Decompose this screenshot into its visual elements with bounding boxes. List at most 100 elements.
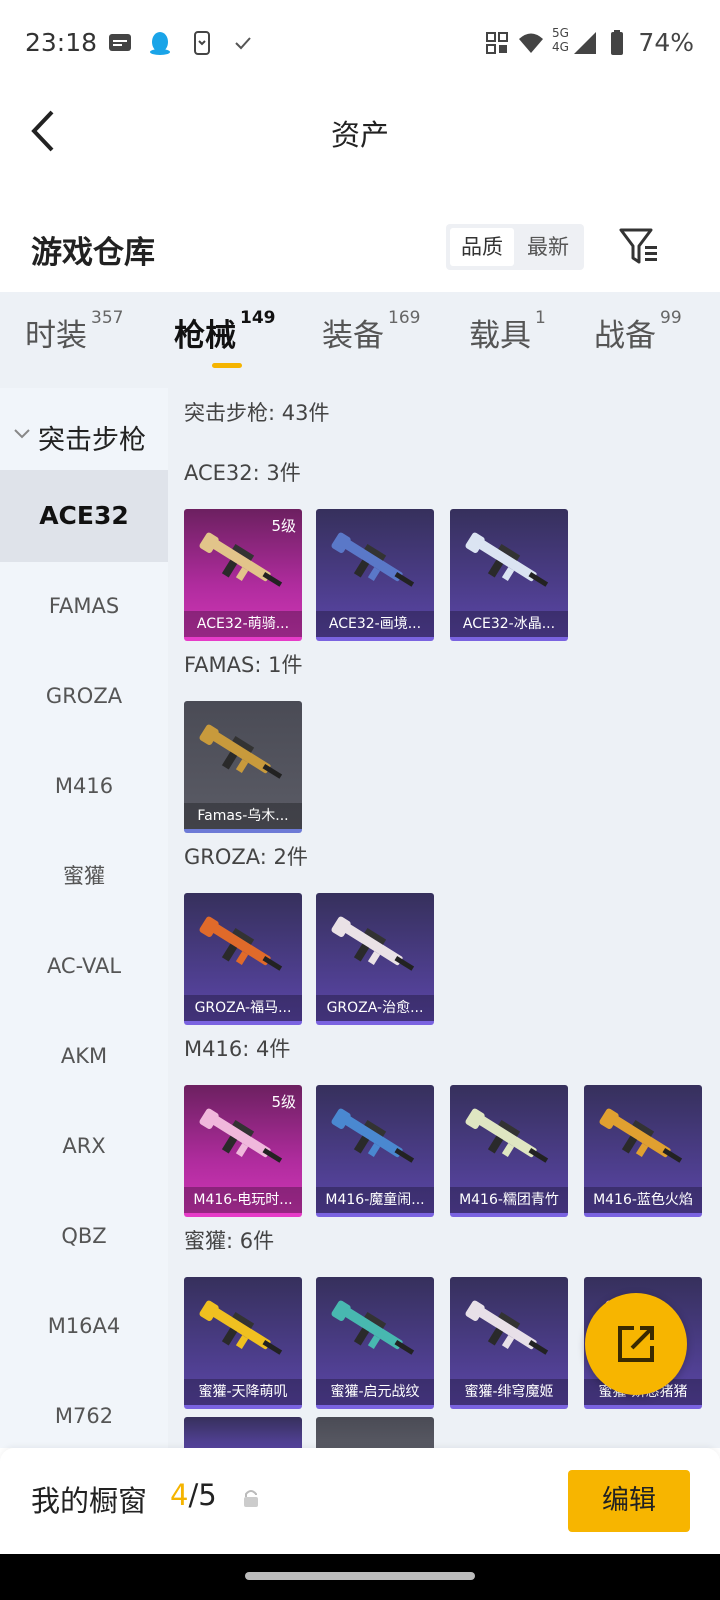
page-title: 资产 [330,118,389,152]
gun-skin-image [599,1108,683,1163]
skin-card[interactable]: ACE32-冰晶... [450,509,568,641]
gun-skin-image [199,1300,283,1355]
category-tabs: 时装 357 枪械 149 装备 169 载具 1 战备 99 [0,292,720,388]
gun-skin-image [199,724,283,779]
message-icon [109,34,131,51]
sidebar-item-honey-badger[interactable]: 蜜獾 [0,830,168,922]
gun-skin-image [331,532,415,587]
signal-icon [574,32,596,54]
sidebar-item-ace32[interactable]: ACE32 [0,470,168,562]
gun-skin-image [199,916,283,971]
skin-card[interactable]: M416-魔童闹... [316,1085,434,1217]
skin-name: 蜜獾-天降萌叽 [184,1379,302,1405]
status-bar: 23:18 5G 4G 74% [0,0,720,88]
category-summary: 突击步枪: 43件 [184,401,330,425]
weapon-sidebar: 突击步枪 ACE32 FAMAS GROZA M416 蜜獾 AC-VAL AK… [0,388,168,1448]
skin-name: M416-糯团青竹 [450,1187,568,1213]
share-external-icon [618,1326,654,1362]
phone-sync-icon [194,31,210,55]
lock-icon [244,1490,258,1507]
sidebar-category-label: 突击步枪 [38,425,146,456]
qq-icon [150,32,170,55]
gun-skin-image [331,1300,415,1355]
sidebar-item-m16a4[interactable]: M16A4 [0,1280,168,1372]
gun-skin-image [199,1108,283,1163]
tab-equipment[interactable]: 装备 169 [322,308,420,355]
skin-card[interactable]: Famas-乌木... [184,701,302,833]
skin-card[interactable]: 蜜獾-绯穹魔姬 [450,1277,568,1409]
gun-skin-image [465,1108,549,1163]
skin-card[interactable]: 5级 M416-电玩时... [184,1085,302,1217]
nav-bar: 资产 [0,88,720,178]
gesture-bar [0,1554,720,1600]
sidebar-category-header[interactable]: 突击步枪 [0,388,168,480]
gun-skin-image [199,532,283,587]
check-icon [235,37,251,50]
skin-card[interactable]: 蜜獾-天降萌叽 [184,1277,302,1409]
status-time: 23:18 [25,28,98,57]
skin-name: M416-魔童闹... [316,1187,434,1213]
section-title: FAMAS: 1件 [184,653,303,677]
skin-name: M416-蓝色火焰 [584,1187,702,1213]
skin-card[interactable]: ACE32-画境... [316,509,434,641]
skin-card[interactable]: 5级 ACE32-萌骑... [184,509,302,641]
sidebar-item-qbz[interactable]: QBZ [0,1190,168,1282]
skin-card-partial[interactable] [316,1417,434,1448]
gun-skin-image [465,1300,549,1355]
skin-card[interactable]: M416-蓝色火焰 [584,1085,702,1217]
skin-name: ACE32-画境... [316,611,434,637]
sort-toggle: 品质 最新 [446,224,584,270]
sort-newest-option[interactable]: 最新 [516,228,580,266]
skin-card-partial[interactable] [184,1417,302,1448]
tab-vehicles[interactable]: 载具 1 [469,308,546,355]
skin-name: GROZA-福马... [184,995,302,1021]
battery-icon [611,30,623,55]
showcase-label: 我的橱窗 [31,1484,148,1518]
skin-name: ACE32-萌骑... [184,611,302,637]
battery-percent: 74% [638,28,694,57]
showcase-count: 4/5 [170,1478,217,1512]
warehouse-title: 游戏仓库 [31,235,155,271]
section-title: M416: 4件 [184,1037,291,1061]
showcase-bar: 我的橱窗 4/5 编辑 [0,1448,720,1554]
qr-icon [486,32,508,54]
tab-guns[interactable]: 枪械 149 [174,308,276,355]
skin-name: ACE32-冰晶... [450,611,568,637]
sort-quality-option[interactable]: 品质 [450,228,514,266]
weapon-grid: 突击步枪: 43件 ACE32: 3件 5级 ACE32-萌骑... ACE32-… [168,388,720,1448]
chevron-down-icon [14,429,30,439]
sidebar-item-groza[interactable]: GROZA [0,650,168,742]
sidebar-item-akm[interactable]: AKM [0,1010,168,1102]
gun-skin-image [331,1108,415,1163]
edit-button[interactable]: 编辑 [568,1470,690,1532]
skin-name: GROZA-治愈... [316,995,434,1021]
sidebar-item-ac-val[interactable]: AC-VAL [0,920,168,1012]
active-tab-indicator [212,363,242,368]
skin-name: M416-电玩时... [184,1187,302,1213]
section-title: GROZA: 2件 [184,845,308,869]
skin-card[interactable]: GROZA-福马... [184,893,302,1025]
sidebar-item-famas[interactable]: FAMAS [0,560,168,652]
warehouse-header: 游戏仓库 品质 最新 [0,210,720,290]
skin-name: 蜜獾-启元战纹 [316,1379,434,1405]
sidebar-item-m416[interactable]: M416 [0,740,168,832]
home-indicator[interactable] [245,1572,475,1580]
skin-name: 蜜獾-绯穹魔姬 [450,1379,568,1405]
sidebar-item-arx[interactable]: ARX [0,1100,168,1192]
skin-card[interactable]: GROZA-治愈... [316,893,434,1025]
gun-skin-image [465,532,549,587]
sidebar-item-m762[interactable]: M762 [0,1370,168,1448]
section-title: ACE32: 3件 [184,461,301,485]
network-type-top: 5G [552,26,569,40]
skin-card[interactable]: 蜜獾-启元战纹 [316,1277,434,1409]
skin-card[interactable]: M416-糯团青竹 [450,1085,568,1217]
network-type-bottom: 4G [552,40,569,54]
filter-icon[interactable] [618,226,660,268]
section-title: 蜜獾: 6件 [184,1229,275,1253]
skin-name: Famas-乌木... [184,803,302,829]
wifi-icon [519,33,543,53]
tab-supplies[interactable]: 战备 99 [594,308,682,355]
tab-fashion[interactable]: 时装 357 [25,308,123,355]
gun-skin-image [331,916,415,971]
share-fab-button[interactable] [585,1293,687,1395]
